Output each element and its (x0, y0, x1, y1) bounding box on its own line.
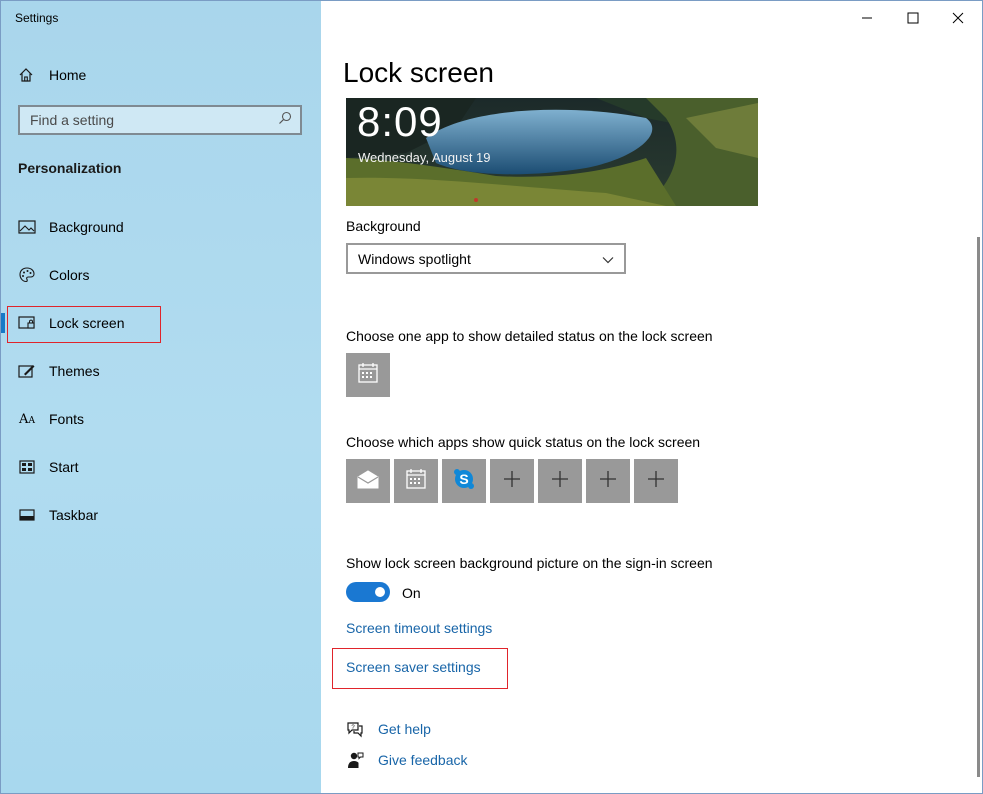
preview-date: Wednesday, August 19 (358, 150, 491, 165)
sidebar-item-fonts[interactable]: AA Fonts (1, 401, 301, 437)
signin-background-label: Show lock screen background picture on t… (346, 555, 713, 571)
get-help-label: Get help (378, 721, 431, 737)
home-icon (17, 67, 35, 83)
lock-screen-preview: 8:09 Wednesday, August 19 (346, 98, 758, 206)
window-title: Settings (15, 11, 59, 25)
sidebar-item-label: Colors (49, 267, 90, 283)
skype-icon: S (453, 468, 475, 495)
quick-status-add-button-3[interactable] (586, 459, 630, 503)
sidebar-item-taskbar[interactable]: Taskbar (1, 497, 301, 533)
search-box[interactable] (18, 105, 302, 135)
quick-status-add-button-4[interactable] (634, 459, 678, 503)
sidebar-item-label: Themes (49, 363, 100, 379)
plus-icon (599, 470, 617, 493)
signin-background-toggle[interactable] (346, 582, 390, 602)
sidebar-item-label: Fonts (49, 411, 85, 427)
sidebar-item-colors[interactable]: Colors (1, 257, 301, 293)
settings-window: Settings Home Personalization Background (0, 0, 983, 794)
svg-text:S: S (459, 471, 468, 487)
image-icon (18, 218, 36, 236)
calendar-icon (357, 362, 379, 389)
quick-status-calendar-button[interactable] (394, 459, 438, 503)
quick-status-add-button-1[interactable] (490, 459, 534, 503)
feedback-icon (346, 751, 364, 769)
background-dropdown[interactable]: Windows spotlight (346, 243, 626, 274)
home-nav-item[interactable]: Home (17, 63, 297, 87)
screen-saver-highlight (332, 648, 508, 689)
sidebar-item-background[interactable]: Background (1, 209, 301, 245)
home-label: Home (49, 67, 87, 83)
main-content: Lock screen 8:09 Wednesday, August 19 Ba… (322, 1, 982, 793)
start-icon (18, 458, 36, 476)
active-indicator (1, 313, 5, 333)
lock-screen-highlight (7, 306, 161, 343)
sidebar: Settings Home Personalization Background (1, 1, 321, 793)
search-icon[interactable] (278, 111, 292, 130)
background-dropdown-value: Windows spotlight (358, 250, 471, 267)
taskbar-icon (18, 506, 36, 524)
scrollbar[interactable] (977, 237, 980, 777)
get-help-link[interactable]: ? Get help (346, 720, 431, 738)
give-feedback-link[interactable]: Give feedback (346, 751, 468, 769)
quick-status-label: Choose which apps show quick status on t… (346, 434, 701, 450)
mail-icon (356, 469, 380, 494)
sidebar-item-label: Start (49, 459, 79, 475)
preview-time: 8:09 (357, 98, 443, 145)
sidebar-item-label: Taskbar (49, 507, 99, 523)
plus-icon (503, 470, 521, 493)
quick-status-skype-button[interactable]: S (442, 459, 486, 503)
quick-status-add-button-2[interactable] (538, 459, 582, 503)
plus-icon (551, 470, 569, 493)
sidebar-item-label: Background (49, 219, 124, 235)
sidebar-item-themes[interactable]: Themes (1, 353, 301, 389)
sidebar-item-start[interactable]: Start (1, 449, 301, 485)
quick-status-mail-button[interactable] (346, 459, 390, 503)
plus-icon (647, 470, 665, 493)
help-chat-icon: ? (346, 720, 364, 738)
detailed-status-app-button[interactable] (346, 353, 390, 397)
section-heading: Personalization (18, 160, 122, 176)
toggle-state-label: On (402, 585, 421, 601)
chevron-down-icon (602, 251, 614, 267)
toggle-knob (375, 587, 385, 597)
screen-timeout-link[interactable]: Screen timeout settings (346, 620, 492, 636)
font-icon: AA (19, 411, 35, 427)
palette-icon (18, 266, 36, 284)
search-input[interactable] (30, 112, 260, 128)
detailed-status-label: Choose one app to show detailed status o… (346, 328, 713, 344)
give-feedback-label: Give feedback (378, 752, 468, 768)
background-label: Background (346, 218, 421, 234)
page-title: Lock screen (343, 57, 494, 88)
brush-icon (18, 362, 36, 380)
calendar-icon (405, 468, 427, 495)
